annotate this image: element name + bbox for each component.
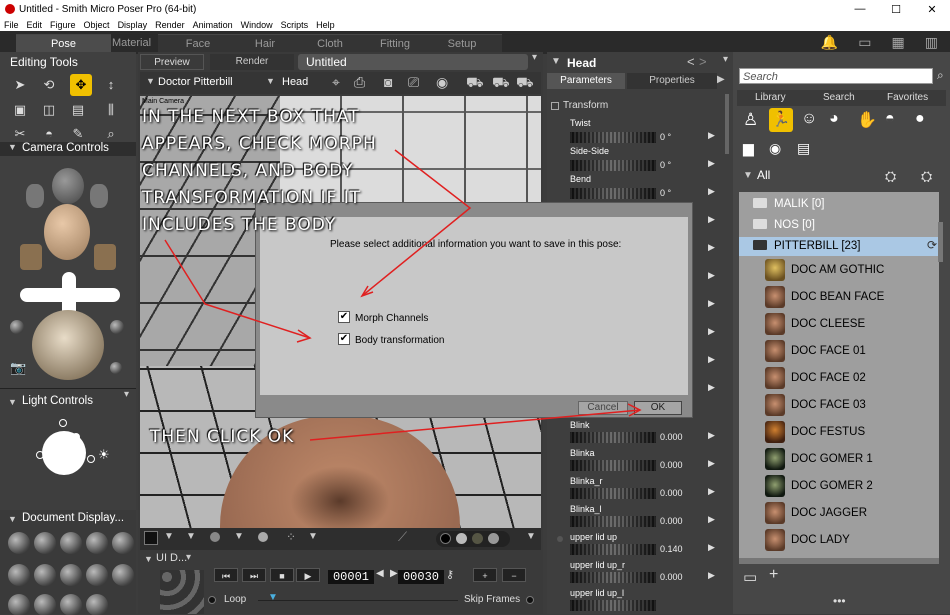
annotation-arrows <box>164 149 642 441</box>
arrow-to-morph <box>361 149 472 297</box>
arrow-to-ok <box>309 409 641 441</box>
arrow-to-body <box>164 239 311 339</box>
